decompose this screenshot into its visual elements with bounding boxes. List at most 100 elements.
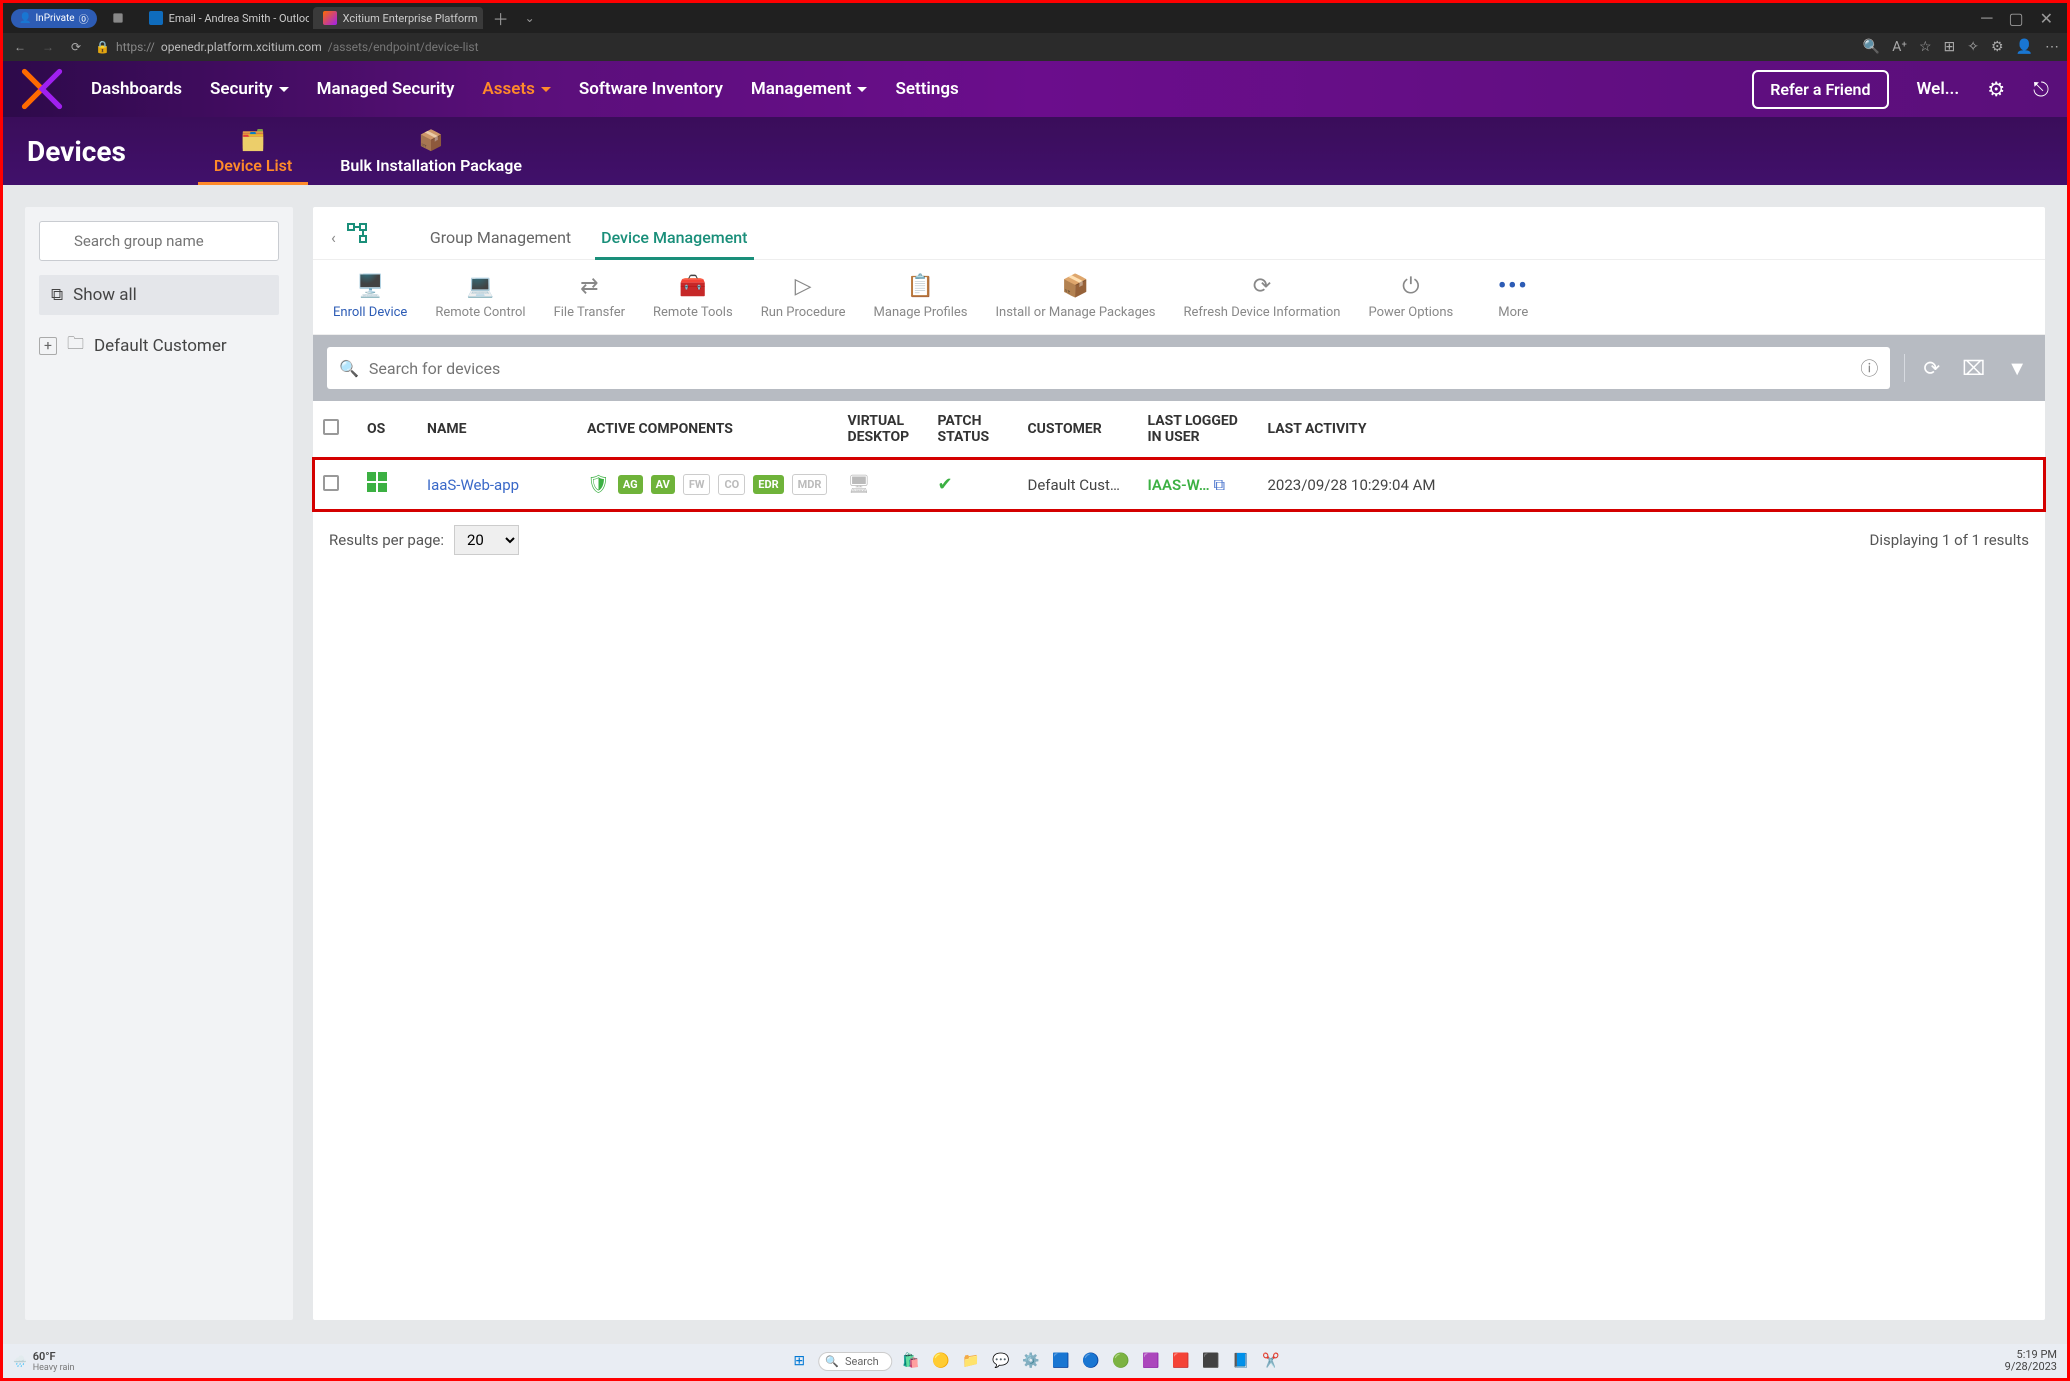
sidebar: 🔍 ⧉ Show all + 🗀 Default Customer	[25, 207, 293, 1320]
tool-install-packages[interactable]: 📦Install or Manage Packages	[982, 268, 1170, 326]
col-patch-status[interactable]: PATCH STATUS	[927, 401, 1017, 458]
nav-refresh-button[interactable]: ⟳	[67, 40, 85, 54]
chevron-down-icon	[541, 79, 551, 99]
tool-manage-profiles[interactable]: 📋Manage Profiles	[860, 268, 982, 326]
col-name[interactable]: NAME	[417, 401, 577, 458]
chevron-left-icon[interactable]: ‹	[331, 228, 336, 247]
browser-tab-xcitium[interactable]: Xcitium Enterprise Platform ×	[313, 7, 483, 29]
tool-more[interactable]: •••More	[1467, 268, 1559, 326]
gear-icon[interactable]: ⚙	[1987, 77, 2005, 101]
nav-dashboards[interactable]: Dashboards	[91, 79, 182, 99]
chevron-down-icon	[857, 79, 867, 99]
col-virtual-desktop[interactable]: VIRTUAL DESKTOP	[837, 401, 927, 458]
active-components: 🛡 AG AV FW CO EDR MDR	[587, 474, 827, 495]
external-link-icon[interactable]: ⧉	[1214, 475, 1225, 494]
collections-icon[interactable]: ✧	[1967, 39, 1979, 55]
device-toolbar: 🖥️Enroll Device 💻Remote Control ⇄File Tr…	[313, 259, 2045, 335]
taskbar-app-icon[interactable]: 🟥	[1170, 1350, 1192, 1372]
nav-back-button[interactable]: ←	[11, 40, 29, 54]
taskbar-search[interactable]: 🔍Search	[818, 1352, 892, 1371]
info-icon[interactable]: ⓘ	[1860, 355, 1878, 381]
favorite-icon[interactable]: ☆	[1919, 39, 1932, 55]
group-search-input[interactable]	[39, 221, 279, 261]
col-last-activity[interactable]: LAST ACTIVITY	[1257, 401, 2045, 458]
nav-assets[interactable]: Assets	[482, 79, 550, 99]
profile-icon[interactable]: 👤	[2016, 39, 2033, 55]
row-checkbox[interactable]	[323, 475, 339, 491]
signout-icon[interactable]: ⎋	[2033, 77, 2049, 101]
taskbar-word-icon[interactable]: 📘	[1230, 1350, 1252, 1372]
tool-file-transfer[interactable]: ⇄File Transfer	[540, 268, 639, 326]
tab-device-management[interactable]: Device Management	[595, 216, 753, 259]
browser-tab-separator-icon[interactable]	[101, 7, 135, 29]
windows-icon	[367, 473, 387, 497]
last-user-link[interactable]: IAAS-W…	[1147, 476, 1209, 494]
col-os[interactable]: OS	[357, 401, 417, 458]
taskbar-app-icon[interactable]: ⬛	[1200, 1350, 1222, 1372]
refresh-list-button[interactable]: ⟳	[1919, 356, 1944, 380]
new-tab-button[interactable]: ＋	[487, 6, 515, 30]
page-size-select[interactable]: 20	[454, 525, 519, 555]
taskbar-store-icon[interactable]: 🛍️	[900, 1350, 922, 1372]
app-viewport: Dashboards Security Managed Security Ass…	[3, 61, 2067, 1378]
taskbar-settings-icon[interactable]: ⚙️	[1020, 1350, 1042, 1372]
tool-remote-control[interactable]: 💻Remote Control	[421, 268, 539, 326]
power-icon: ⏻	[1402, 274, 1419, 299]
taskbar-weather[interactable]: 🌧️ 60°F Heavy rain	[13, 1350, 75, 1373]
taskbar-app-icon[interactable]: 🟦	[1050, 1350, 1072, 1372]
nav-software-inventory[interactable]: Software Inventory	[579, 79, 723, 99]
tab-group-management[interactable]: Group Management	[424, 216, 577, 259]
browser-tab-outlook[interactable]: Email - Andrea Smith - Outlook ×	[139, 7, 309, 29]
show-all-button[interactable]: ⧉ Show all	[39, 275, 279, 315]
taskbar-app-icon[interactable]: 🟪	[1140, 1350, 1162, 1372]
zoom-icon[interactable]: 🔍	[1863, 39, 1880, 55]
col-last-user[interactable]: LAST LOGGED IN USER	[1137, 401, 1257, 458]
tool-remote-tools[interactable]: 🧰Remote Tools	[639, 268, 747, 326]
url-field[interactable]: 🔒 https://openedr.platform.xcitium.com/a…	[95, 40, 1853, 54]
nav-managed-security[interactable]: Managed Security	[317, 79, 455, 99]
customer-cell: Default Cust…	[1017, 458, 1137, 512]
tool-power-options[interactable]: ⏻Power Options	[1354, 268, 1467, 326]
expand-icon[interactable]: +	[39, 337, 57, 355]
tool-refresh-info[interactable]: ⟳Refresh Device Information	[1170, 268, 1355, 326]
col-components[interactable]: ACTIVE COMPONENTS	[577, 401, 837, 458]
nav-management[interactable]: Management	[751, 79, 868, 99]
window-close-button[interactable]: ✕	[2034, 9, 2059, 28]
tab-overflow-icon[interactable]: ⌄	[519, 11, 541, 25]
tree-item-default-customer[interactable]: + 🗀 Default Customer	[25, 321, 293, 370]
welcome-label[interactable]: Wel...	[1917, 79, 1960, 99]
window-maximize-button[interactable]: ▢	[2002, 9, 2029, 28]
separator	[1904, 354, 1905, 382]
taskbar-clock[interactable]: 5:19 PM 9/28/2023	[2005, 1349, 2057, 1373]
nav-settings[interactable]: Settings	[895, 79, 958, 99]
taskbar-copilot-icon[interactable]: 🟡	[930, 1350, 952, 1372]
subtab-bulk-install[interactable]: 📦 Bulk Installation Package	[340, 128, 522, 185]
taskbar-edge-icon[interactable]: 🔵	[1080, 1350, 1102, 1372]
select-all-checkbox[interactable]	[323, 419, 339, 435]
subtab-device-list[interactable]: 🗂️ Device List	[214, 128, 292, 185]
badge-ag: AG	[618, 475, 643, 494]
refer-friend-button[interactable]: Refer a Friend	[1752, 70, 1888, 109]
more-icon[interactable]: ⋯	[2045, 39, 2059, 55]
nav-security[interactable]: Security	[210, 79, 289, 99]
chevron-down-icon	[279, 79, 289, 99]
filter-button[interactable]: ▼	[2003, 356, 2031, 381]
extension-icon[interactable]: ⊞	[1944, 39, 1956, 55]
col-customer[interactable]: CUSTOMER	[1017, 401, 1137, 458]
device-search-input[interactable]	[369, 359, 1850, 378]
start-button[interactable]: ⊞	[788, 1350, 810, 1372]
hierarchy-icon[interactable]	[346, 222, 370, 252]
tool-run-procedure[interactable]: ▷Run Procedure	[747, 268, 860, 326]
taskbar-app-icon[interactable]: 💬	[990, 1350, 1012, 1372]
readaloud-icon[interactable]: A⁺	[1892, 39, 1907, 55]
table-row[interactable]: IaaS-Web-app 🛡 AG AV FW CO EDR MDR	[313, 458, 2045, 512]
taskbar-chrome-icon[interactable]: 🟢	[1110, 1350, 1132, 1372]
window-minimize-button[interactable]: ─	[1975, 8, 1998, 28]
taskbar-snip-icon[interactable]: ✂️	[1260, 1350, 1282, 1372]
device-search[interactable]: 🔍 ⓘ	[327, 347, 1890, 389]
settings-icon[interactable]: ⚙	[1991, 39, 2004, 55]
tool-enroll-device[interactable]: 🖥️Enroll Device	[319, 268, 421, 326]
device-name-link[interactable]: IaaS-Web-app	[427, 476, 519, 494]
clear-filter-button[interactable]: ⌧	[1958, 356, 1989, 380]
taskbar-explorer-icon[interactable]: 📁	[960, 1350, 982, 1372]
